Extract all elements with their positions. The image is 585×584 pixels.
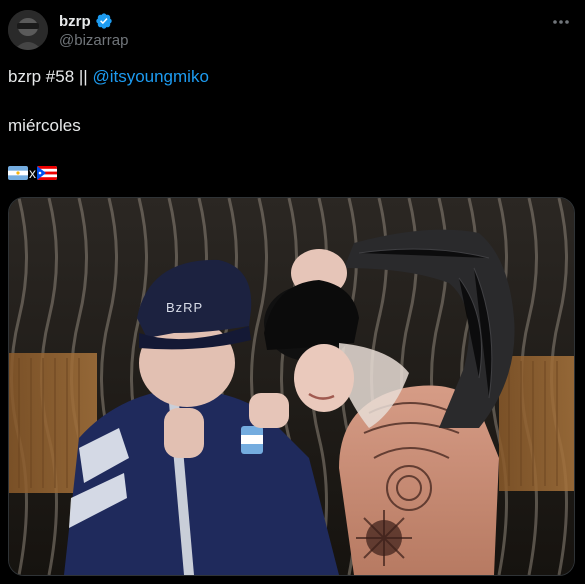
- display-name-row: bzrp: [59, 11, 128, 31]
- flags-line: x: [8, 164, 57, 182]
- tweet-text-prefix: bzrp #58 ||: [8, 67, 93, 86]
- avatar-photo: [8, 10, 48, 50]
- tweet-media-photo[interactable]: BzRP: [8, 197, 575, 576]
- tweet-text-line-1: bzrp #58 || @itsyoungmiko: [8, 67, 209, 87]
- more-options-icon[interactable]: [551, 12, 571, 32]
- flags-separator: x: [29, 165, 36, 181]
- mention-link[interactable]: @itsyoungmiko: [92, 67, 208, 86]
- puerto-rico-flag-icon: [37, 166, 57, 180]
- display-name[interactable]: bzrp: [59, 13, 91, 30]
- cap-logo-text: BzRP: [166, 300, 203, 315]
- tweet: bzrp @bizarrap bzrp #58 || @itsyoungmiko…: [0, 0, 585, 584]
- photo-image: BzRP: [9, 198, 574, 575]
- handle[interactable]: @bizarrap: [59, 32, 128, 49]
- author-block: bzrp @bizarrap: [59, 11, 128, 50]
- tweet-text-line-2: miércoles: [8, 116, 81, 135]
- avatar[interactable]: [8, 10, 48, 50]
- verified-badge-icon: [95, 12, 113, 30]
- argentina-flag-icon: [8, 166, 28, 180]
